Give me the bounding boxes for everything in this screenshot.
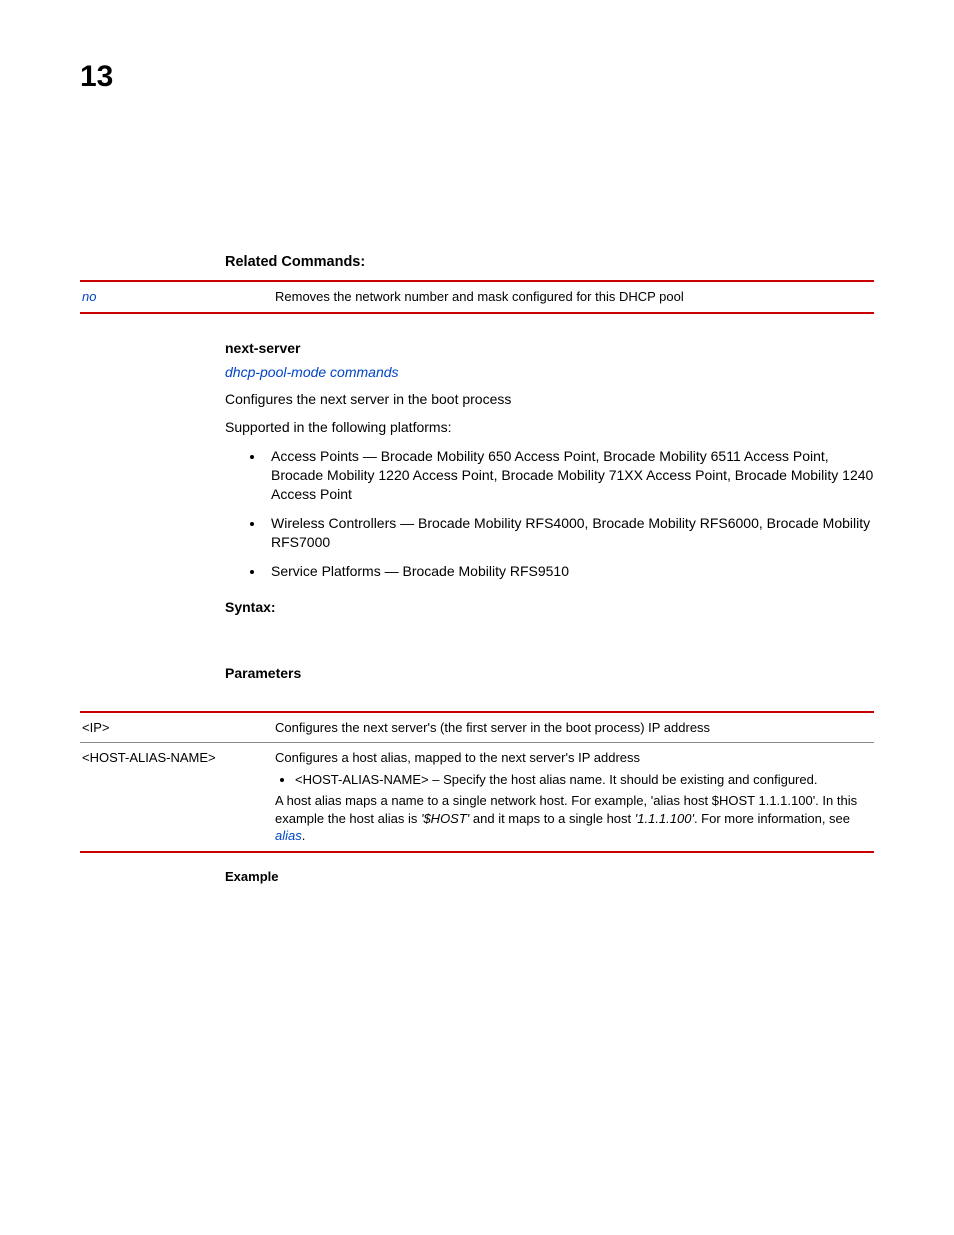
syntax-heading: Syntax:	[225, 599, 874, 615]
intro-text: Configures the next server in the boot p…	[225, 390, 874, 409]
param-line: Configures a host alias, mapped to the n…	[275, 750, 640, 765]
parameters-heading: Parameters	[225, 665, 874, 681]
term-cell: <IP>	[80, 712, 275, 743]
term-cell: <HOST-ALIAS-NAME>	[80, 743, 275, 852]
italic-text: '1.1.1.100'	[635, 811, 694, 826]
supported-label: Supported in the following platforms:	[225, 418, 874, 437]
italic-text: '$HOST'	[421, 811, 469, 826]
next-server-heading: next-server	[225, 340, 874, 356]
list-item: Access Points — Brocade Mobility 650 Acc…	[265, 447, 874, 504]
term-cell: no	[80, 281, 275, 313]
no-link[interactable]: no	[82, 289, 96, 304]
related-commands-table: no Removes the network number and mask c…	[80, 280, 874, 314]
inner-bullet-list: <HOST-ALIAS-NAME> – Specify the host ali…	[295, 771, 868, 789]
desc-cell: Configures a host alias, mapped to the n…	[275, 743, 874, 852]
desc-cell: Removes the network number and mask conf…	[275, 281, 874, 313]
list-item: Service Platforms — Brocade Mobility RFS…	[265, 562, 874, 581]
list-item: Wireless Controllers — Brocade Mobility …	[265, 514, 874, 552]
breadcrumb-link[interactable]: dhcp-pool-mode commands	[225, 364, 874, 380]
param-line: . For more information, see	[694, 811, 850, 826]
alias-link[interactable]: alias	[275, 828, 302, 843]
parameters-table: <IP> Configures the next server's (the f…	[80, 711, 874, 853]
related-commands-heading: Related Commands:	[225, 254, 874, 270]
param-line: and it maps to a single host	[469, 811, 634, 826]
desc-cell: Configures the next server's (the first …	[275, 712, 874, 743]
page-content: Related Commands: no Removes the network…	[225, 254, 874, 884]
table-row: <HOST-ALIAS-NAME> Configures a host alia…	[80, 743, 874, 852]
platform-list: Access Points — Brocade Mobility 650 Acc…	[265, 447, 874, 580]
list-item: <HOST-ALIAS-NAME> – Specify the host ali…	[295, 771, 868, 789]
chapter-number: 13	[80, 60, 874, 94]
table-row: <IP> Configures the next server's (the f…	[80, 712, 874, 743]
period: .	[302, 828, 306, 843]
example-heading: Example	[225, 869, 874, 884]
table-row: no Removes the network number and mask c…	[80, 281, 874, 313]
